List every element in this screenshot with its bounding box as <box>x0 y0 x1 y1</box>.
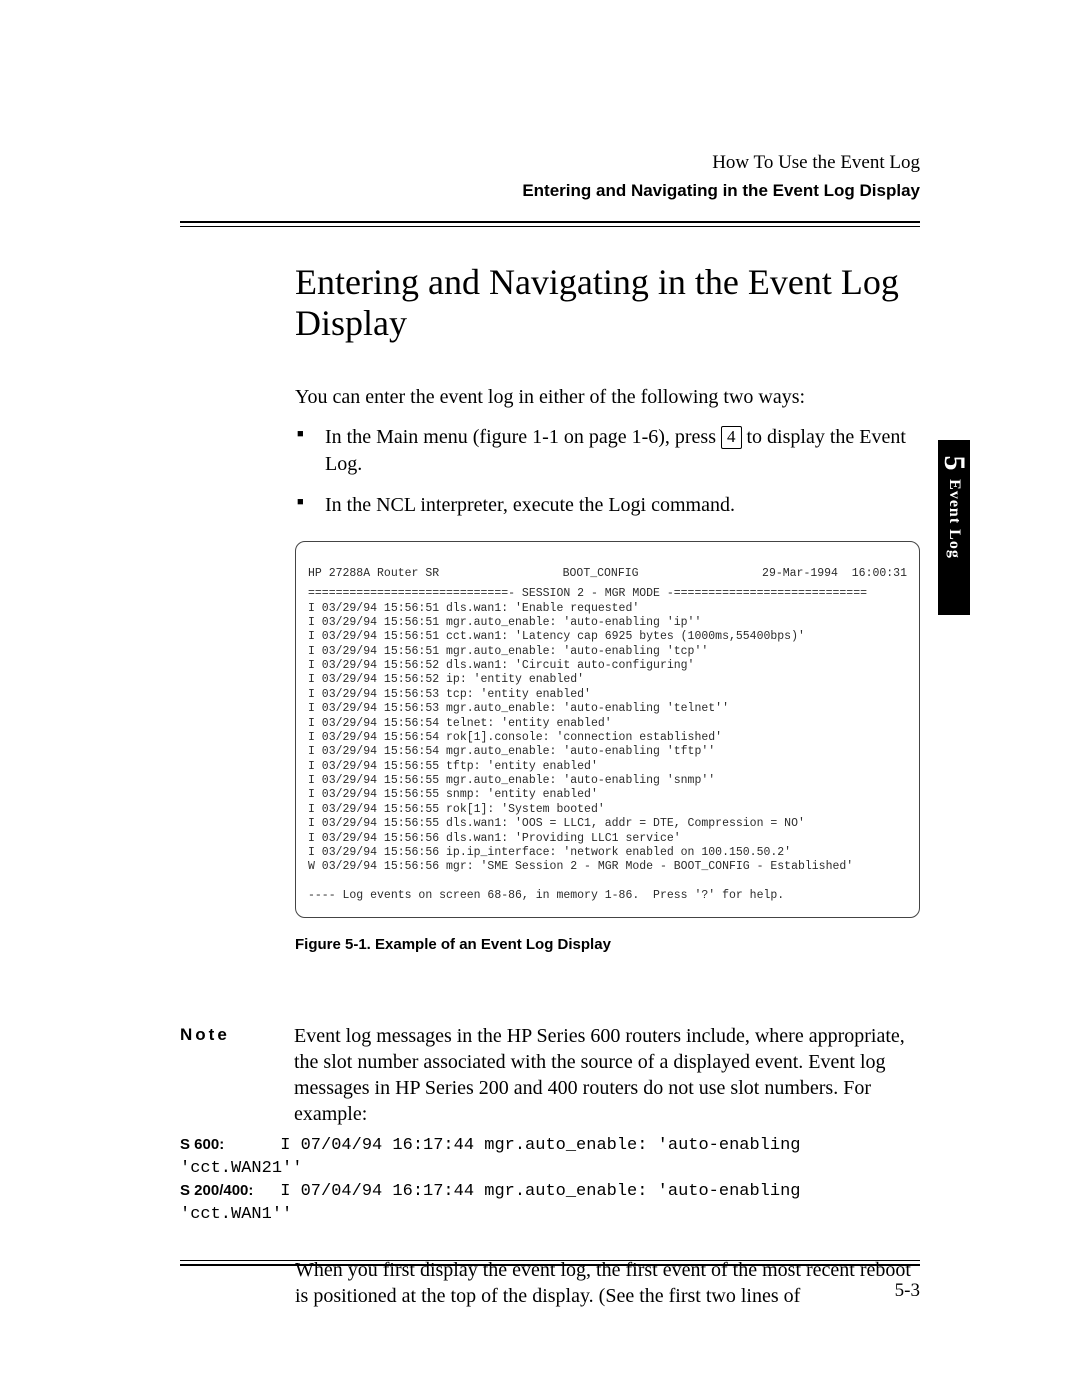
term-line: I 03/29/94 15:56:53 mgr.auto_enable: 'au… <box>308 702 729 715</box>
side-tab: 5 Event Log <box>938 440 970 615</box>
intro-paragraph: You can enter the event log in either of… <box>295 384 920 410</box>
top-thin-rule <box>180 226 920 227</box>
term-footer: ---- Log events on screen 68-86, in memo… <box>308 889 784 902</box>
term-line: I 03/29/94 15:56:54 mgr.auto_enable: 'au… <box>308 745 715 758</box>
term-line: I 03/29/94 15:56:56 ip.ip_interface: 'ne… <box>308 846 791 859</box>
sidetab-text: Event Log <box>945 459 963 579</box>
term-line: W 03/29/94 15:56:56 mgr: 'SME Session 2 … <box>308 860 853 873</box>
bullet-ncl: In the NCL interpreter, execute the Logi… <box>295 492 920 519</box>
term-line: I 03/29/94 15:56:55 tftp: 'entity enable… <box>308 760 598 773</box>
bullet1-pre: In the Main menu (figure 1-1 on page 1-6… <box>325 426 721 448</box>
note-paragraph: Event log messages in the HP Series 600 … <box>294 1023 920 1127</box>
term-line: I 03/29/94 15:56:52 ip: 'entity enabled' <box>308 673 584 686</box>
term-rule: =============================- SESSION 2… <box>308 587 867 600</box>
term-line: I 03/29/94 15:56:54 telnet: 'entity enab… <box>308 717 612 730</box>
term-line: I 03/29/94 15:56:55 snmp: 'entity enable… <box>308 788 598 801</box>
s200-label: S 200/400: <box>180 1181 270 1201</box>
top-thick-rule <box>180 221 920 223</box>
term-line: I 03/29/94 15:56:51 mgr.auto_enable: 'au… <box>308 645 708 658</box>
term-line: I 03/29/94 15:56:51 cct.wan1: 'Latency c… <box>308 630 805 643</box>
term-head-mid: BOOT_CONFIG <box>563 567 639 581</box>
terminal-screenshot: HP 27288A Router SR BOOT_CONFIG 29-Mar-199… <box>295 541 920 918</box>
term-line: I 03/29/94 15:56:55 rok[1]: 'System boot… <box>308 803 605 816</box>
section-running-head: Entering and Navigating in the Event Log… <box>180 181 920 201</box>
page-number: 5-3 <box>180 1280 920 1302</box>
s600-line: I 07/04/94 16:17:44 mgr.auto_enable: 'au… <box>180 1136 801 1178</box>
section-title: Entering and Navigating in the Event Log… <box>295 262 920 345</box>
s200-line: I 07/04/94 16:17:44 mgr.auto_enable: 'au… <box>180 1182 801 1224</box>
keycap-4: 4 <box>721 426 742 448</box>
s600-label: S 600: <box>180 1135 270 1155</box>
term-line: I 03/29/94 15:56:56 dls.wan1: 'Providing… <box>308 832 681 845</box>
note-label: Note <box>180 1023 272 1045</box>
term-head-left: HP 27288A Router SR <box>308 567 439 581</box>
term-line: I 03/29/94 15:56:55 mgr.auto_enable: 'au… <box>308 774 715 787</box>
bullet-main-menu: In the Main menu (figure 1-1 on page 1-6… <box>295 424 920 478</box>
term-line: I 03/29/94 15:56:54 rok[1].console: 'con… <box>308 731 722 744</box>
term-line: I 03/29/94 15:56:55 dls.wan1: 'OOS = LLC… <box>308 817 805 830</box>
term-line: I 03/29/94 15:56:52 dls.wan1: 'Circuit a… <box>308 659 694 672</box>
term-line: I 03/29/94 15:56:51 dls.wan1: 'Enable re… <box>308 602 639 615</box>
term-line: I 03/29/94 15:56:51 mgr.auto_enable: 'au… <box>308 616 701 629</box>
term-line: I 03/29/94 15:56:53 tcp: 'entity enabled… <box>308 688 591 701</box>
example-mono-block: S 600: I 07/04/94 16:17:44 mgr.auto_enab… <box>180 1135 920 1227</box>
footer-thick-rule <box>180 1264 920 1266</box>
term-head-right: 29-Mar-1994 16:00:31 <box>762 567 907 581</box>
footer-thin-rule <box>180 1260 920 1261</box>
chapter-running-head: How To Use the Event Log <box>180 150 920 177</box>
figure-caption: Figure 5-1. Example of an Event Log Disp… <box>295 936 920 953</box>
